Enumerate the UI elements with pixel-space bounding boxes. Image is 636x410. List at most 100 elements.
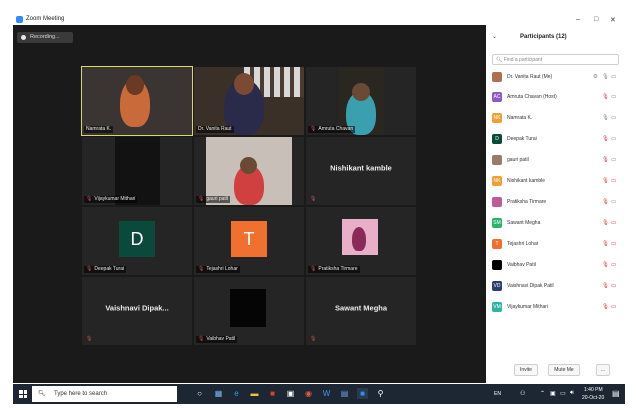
title-bar: Zoom Meeting [13, 14, 486, 25]
notifications-icon[interactable]: ▤ [612, 389, 620, 398]
participant-row[interactable]: Dr. Vanita Raut (Me) ⚙︎ 🎙︎ ▭ [492, 71, 620, 83]
more-button[interactable]: ... [596, 364, 610, 376]
video-tile-pratiksha[interactable]: 🎙︎ Pratiksha Tirmare [306, 207, 416, 275]
video-camera-icon[interactable]: ▭ [611, 91, 616, 103]
chevron-up-icon[interactable]: ⌃ [540, 390, 545, 397]
language-indicator[interactable]: EN [494, 391, 501, 397]
muted-mic-icon: 🎙︎ [86, 196, 93, 202]
video-off-icon[interactable]: ▭ [611, 175, 616, 187]
participant-row[interactable]: NK Namrata K. 🎙︎ ▭ [492, 112, 620, 124]
search-icon: 🔍︎ [496, 57, 503, 63]
invite-button[interactable]: Invite [514, 364, 538, 376]
video-off-icon[interactable]: ▭ [611, 259, 616, 271]
windows-start-icon[interactable] [19, 390, 27, 398]
video-tile-nishikant[interactable]: Nishikant kamble 🎙︎ [306, 137, 416, 205]
participant-name: gauri patil [507, 157, 529, 163]
minimize-icon[interactable]: – [576, 16, 580, 23]
muted-mic-icon[interactable]: 🎙︎ [602, 154, 609, 166]
clock-time[interactable]: 1:40 PM [584, 387, 603, 393]
muted-mic-icon: 🎙︎ [310, 266, 317, 272]
video-camera-icon[interactable]: ▭ [611, 133, 616, 145]
video-off-icon[interactable]: ▭ [611, 280, 616, 292]
chevron-down-icon[interactable]: ⌄ [492, 33, 497, 40]
tile-display-name: Nishikant kamble [330, 163, 392, 173]
word-icon[interactable]: W [321, 388, 332, 399]
search-app-icon[interactable]: ⚲ [375, 388, 386, 399]
video-camera-icon[interactable]: ▭ [611, 154, 616, 166]
video-area [115, 137, 160, 205]
participant-row[interactable]: VD Vaishnavi Dipak Patil 🎙︎ ▭ [492, 280, 620, 292]
video-tile-vaishnavi[interactable]: Vaishnavi Dipak... 🎙︎ [82, 277, 192, 345]
video-camera-icon[interactable]: ▭ [611, 112, 616, 124]
avatar: T [492, 239, 502, 249]
video-off-icon[interactable]: ▭ [611, 217, 616, 229]
search-icon: 🔍︎ [38, 391, 46, 397]
muted-mic-icon[interactable]: 🎙︎ [602, 217, 609, 229]
tile-name: 🎙︎ Pratiksha Tirmare [308, 266, 360, 273]
participant-name: Namrata K. [507, 115, 533, 121]
video-tile-tejashri[interactable]: T 🎙︎ Tejashri Lohar [194, 207, 304, 275]
video-tile-deepak[interactable]: D 🎙︎ Deepak Turai [82, 207, 192, 275]
muted-mic-icon[interactable]: 🎙︎ [602, 175, 609, 187]
participant-row[interactable]: Pratiksha Tirmare 🎙︎ ▭ [492, 196, 620, 208]
maximize-icon[interactable]: □ [594, 16, 598, 23]
tile-name: 🎙︎ Tejashri Lohar [196, 266, 240, 273]
avatar: NK [492, 113, 502, 123]
task-view-icon[interactable]: ▦ [213, 388, 224, 399]
more-options-icon[interactable]: ⚙︎ [593, 71, 598, 83]
video-off-icon[interactable]: ▭ [611, 301, 616, 313]
video-tile-namrata[interactable]: Namrata K. [81, 66, 193, 136]
muted-mic-icon[interactable]: 🎙︎ [602, 301, 609, 313]
close-icon[interactable]: ✕ [610, 16, 616, 24]
tile-name: Dr. Vanita Raut [196, 126, 234, 133]
muted-mic-icon[interactable]: 🎙︎ [602, 196, 609, 208]
mic-icon[interactable]: 🎙︎ [602, 112, 609, 124]
participant-row[interactable]: D Deepak Turai 🎙︎ ▭ [492, 133, 620, 145]
video-tile-sawant[interactable]: Sawant Megha 🎙︎ [306, 277, 416, 345]
taskbar-search-box[interactable]: 🔍︎ Type here to search [32, 386, 177, 402]
store-icon[interactable]: ▣ [285, 388, 296, 399]
video-tile-gauri[interactable]: 🎙︎ gauri patil [194, 137, 304, 205]
muted-mic-icon[interactable]: 🎙︎ [602, 280, 609, 292]
network-icon[interactable]: ▣ [550, 390, 556, 397]
video-camera-icon[interactable]: ▭ [611, 71, 616, 83]
muted-mic-icon[interactable]: 🎙︎ [602, 133, 609, 145]
video-tile-vijaykumar[interactable]: 🎙︎ Vijaykumar Mithari [82, 137, 192, 205]
participant-row[interactable]: AC Amruta Chavan (Host) 🎙︎ ▭ [492, 91, 620, 103]
avatar: NK [492, 176, 502, 186]
avatar [492, 197, 502, 207]
muted-mic-icon: 🎙︎ [198, 336, 205, 342]
edge-browser-icon[interactable]: e [231, 388, 242, 399]
muted-mic-icon[interactable]: 🎙︎ [602, 91, 609, 103]
participant-row[interactable]: SM Sawant Megha 🎙︎ ▭ [492, 217, 620, 229]
people-icon[interactable]: ⚇ [520, 390, 525, 397]
mic-icon[interactable]: 🎙︎ [602, 71, 609, 83]
battery-icon[interactable]: ▭ [560, 390, 566, 397]
participant-row[interactable]: VM Vijaykumar Mithari 🎙︎ ▭ [492, 301, 620, 313]
participant-row[interactable]: gauri patil 🎙︎ ▭ [492, 154, 620, 166]
participant-search-input[interactable]: 🔍︎ Find a participant [492, 54, 619, 65]
video-tile-vanita[interactable]: Dr. Vanita Raut [194, 67, 304, 135]
zoom-taskbar-icon[interactable]: ■ [357, 388, 368, 399]
recording-indicator[interactable]: Recording... [17, 32, 73, 43]
participant-row[interactable]: T Tejashri Lohar 🎙︎ ▭ [492, 238, 620, 250]
mute-me-button[interactable]: Mute Me [548, 364, 580, 376]
participant-row[interactable]: NK Nishikant kamble 🎙︎ ▭ [492, 175, 620, 187]
pdf-reader-icon[interactable]: ■ [267, 388, 278, 399]
panel-header: – □ ✕ ⌄ Participants (12) [486, 14, 625, 46]
participant-row[interactable]: Vaibhav Patil 🎙︎ ▭ [492, 259, 620, 271]
video-tile-vaibhav[interactable]: 🎙︎ Vaibhav Patil [194, 277, 304, 345]
tile-name: 🎙︎ [84, 336, 96, 343]
clock-date[interactable]: 20-Oct-20 [582, 395, 604, 401]
cortana-icon[interactable]: ○ [194, 388, 205, 399]
muted-mic-icon[interactable]: 🎙︎ [602, 259, 609, 271]
file-explorer-icon[interactable]: ▬ [249, 388, 260, 399]
video-off-icon[interactable]: ▭ [611, 238, 616, 250]
chrome-icon[interactable]: ◉ [303, 388, 314, 399]
video-camera-icon[interactable]: ▭ [611, 196, 616, 208]
participant-name: Pratiksha Tirmare [507, 199, 547, 205]
app-icon[interactable]: ▤ [339, 388, 350, 399]
muted-mic-icon[interactable]: 🎙︎ [602, 238, 609, 250]
volume-icon[interactable]: 🔊︎ [570, 390, 574, 397]
video-tile-amruta[interactable]: 🎙︎ Amruta Chavan [306, 67, 416, 135]
